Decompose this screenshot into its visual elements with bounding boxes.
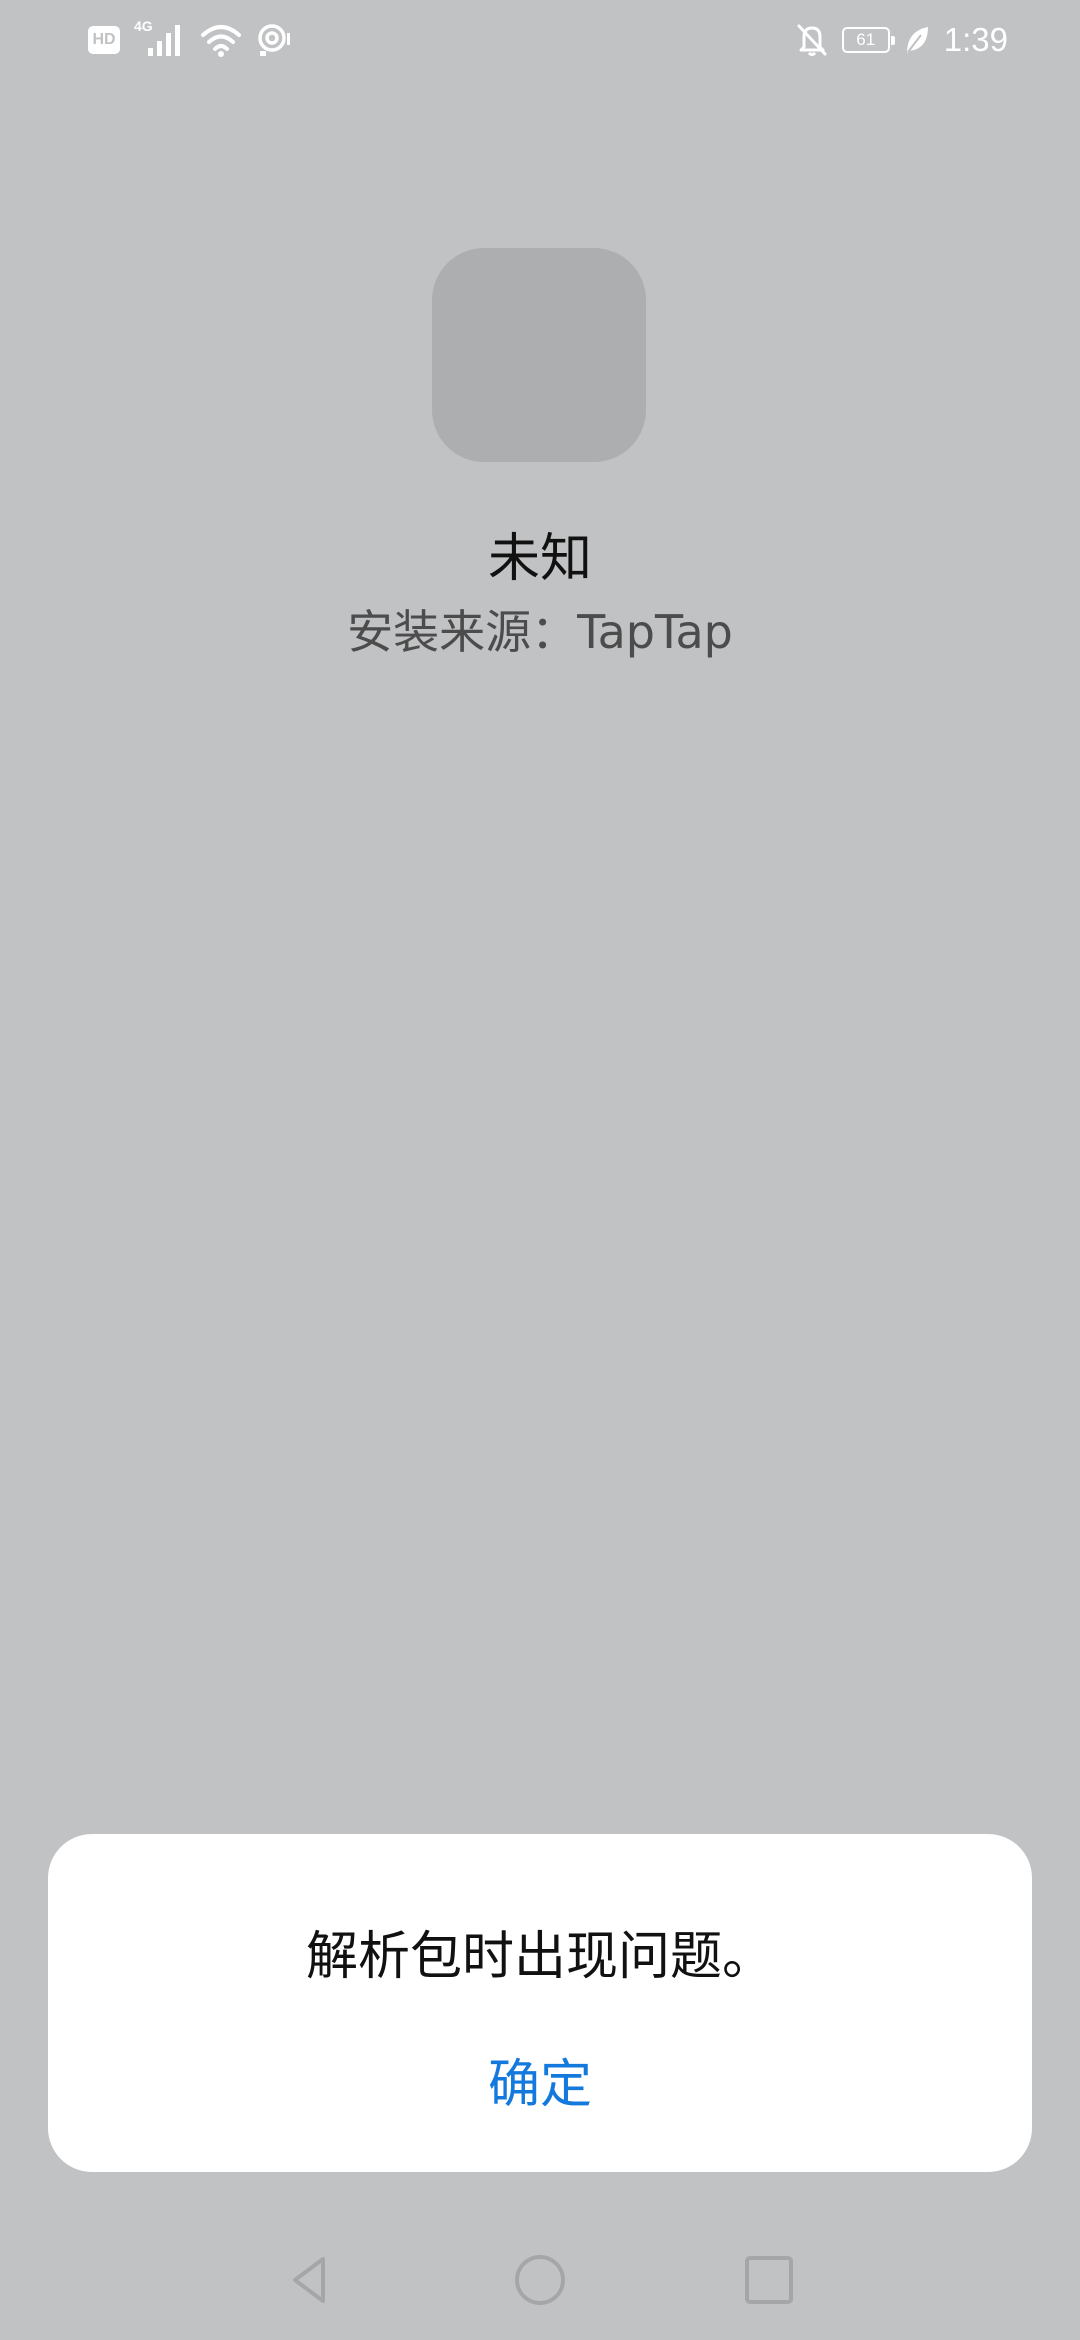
status-time: 1:39	[943, 21, 1008, 58]
hotspot-icon	[258, 24, 290, 56]
home-button[interactable]	[500, 2240, 580, 2320]
status-bar: HD 4G 61 1:39	[0, 0, 1080, 80]
dialog-message: 解析包时出现问题。	[305, 1927, 774, 1987]
signal-icon: 4G	[134, 18, 186, 58]
navigation-bar	[0, 2220, 1080, 2340]
back-icon	[293, 2257, 325, 2303]
back-button[interactable]	[270, 2240, 350, 2320]
app-name: 未知	[487, 529, 592, 589]
status-right: 61 1:39	[796, 18, 1008, 62]
recents-button[interactable]	[729, 2240, 809, 2320]
confirm-button[interactable]: 确定	[440, 2040, 640, 2130]
bell-off-icon	[797, 24, 827, 56]
install-source: 安装来源：TapTap	[347, 605, 733, 659]
network-type-label: 4G	[134, 18, 153, 34]
wifi-icon	[201, 25, 241, 57]
app-icon-placeholder	[432, 248, 646, 462]
battery-level: 61	[856, 30, 876, 49]
leaf-icon	[906, 27, 928, 53]
recents-icon	[745, 2256, 793, 2304]
hd-icon: HD	[88, 26, 120, 54]
error-dialog: 解析包时出现问题。 确定	[48, 1834, 1032, 2172]
home-icon	[515, 2255, 565, 2305]
battery-icon: 61	[841, 27, 895, 53]
hd-label: HD	[92, 31, 116, 48]
status-left: HD 4G	[88, 18, 292, 62]
